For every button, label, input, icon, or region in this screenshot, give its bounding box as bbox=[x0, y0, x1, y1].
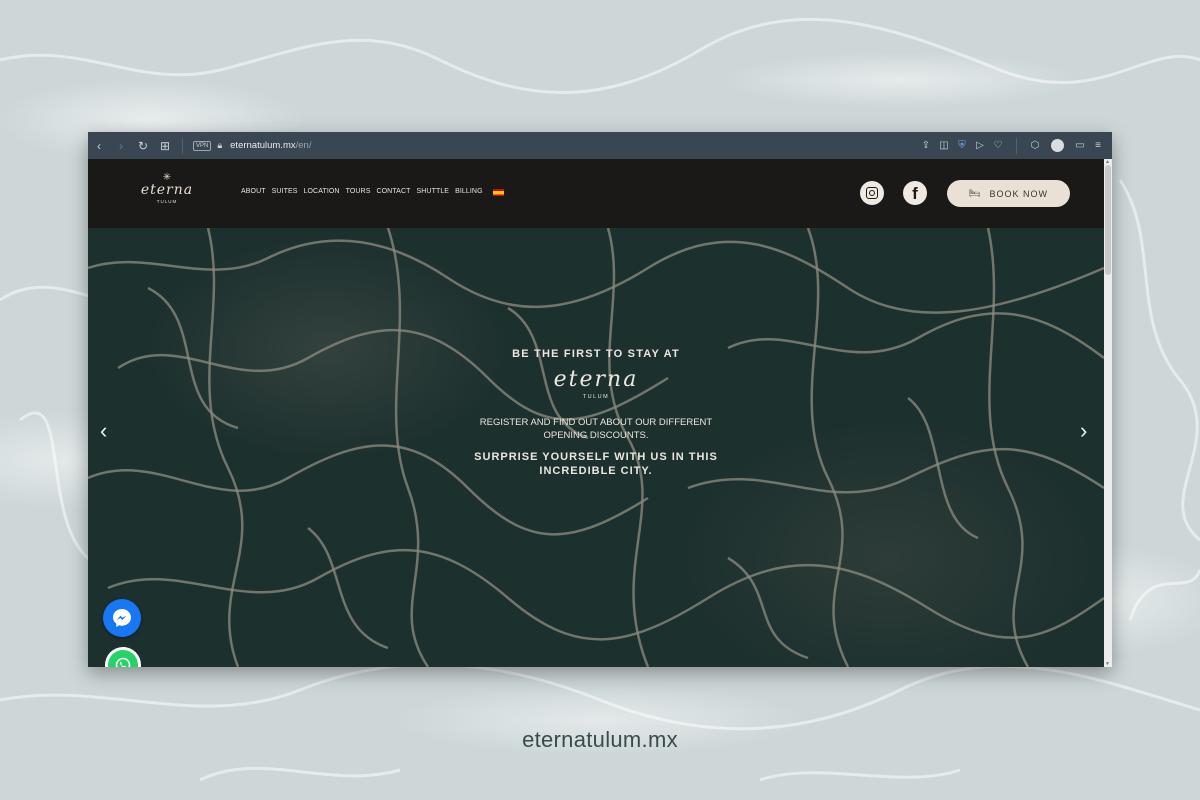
toolbar-actions: ⇪ ◫ ⛨ ▷ ♡ ⬡ ▭ ≡ bbox=[920, 137, 1112, 154]
battery-icon[interactable]: ▭ bbox=[1074, 140, 1086, 151]
logo-name: eterna bbox=[140, 182, 194, 198]
bed-icon: 🛏︎ bbox=[969, 188, 982, 198]
grid-icon[interactable]: ⊞ bbox=[154, 139, 176, 153]
nav-billing[interactable]: BILLING bbox=[455, 188, 483, 196]
page-scrollbar[interactable]: ▲ ▼ bbox=[1104, 159, 1112, 667]
address-bar[interactable]: eternatulum.mx/en/ bbox=[230, 140, 311, 151]
book-now-button[interactable]: 🛏︎ BOOK NOW bbox=[947, 180, 1070, 207]
site-header: ✳︎ eterna TULUM ABOUT SUITES LOCATION TO… bbox=[88, 159, 1104, 228]
cube-icon[interactable]: ⬡ bbox=[1029, 140, 1041, 151]
send-icon[interactable]: ▷ bbox=[974, 140, 986, 151]
whatsapp-glyph bbox=[115, 657, 131, 667]
main-nav: ABOUT SUITES LOCATION TOURS CONTACT SHUT… bbox=[241, 188, 504, 196]
menu-icon[interactable]: ≡ bbox=[1092, 140, 1104, 151]
messenger-glyph bbox=[113, 609, 131, 627]
hero-tagline: SURPRISE YOURSELF WITH US IN THIS INCRED… bbox=[474, 451, 718, 477]
lock-icon: 🔒︎ bbox=[217, 140, 223, 150]
shield-icon[interactable]: ⛨ bbox=[956, 140, 968, 151]
hero-logo-sub: TULUM bbox=[582, 394, 610, 400]
vpn-badge[interactable]: VPN bbox=[193, 140, 212, 151]
nav-contact[interactable]: CONTACT bbox=[376, 188, 410, 196]
book-now-label: BOOK NOW bbox=[989, 188, 1048, 199]
instagram-icon[interactable] bbox=[860, 181, 884, 205]
instagram-lens bbox=[869, 190, 875, 196]
browser-toolbar: ‹ › ↻ ⊞ VPN 🔒︎ eternatulum.mx/en/ ⇪ ◫ ⛨ … bbox=[88, 132, 1112, 159]
scrollbar-thumb[interactable] bbox=[1105, 165, 1111, 275]
heart-icon[interactable]: ♡ bbox=[992, 140, 1004, 151]
forward-icon[interactable]: › bbox=[110, 139, 132, 153]
hero-kicker: BE THE FIRST TO STAY AT bbox=[512, 348, 680, 360]
avatar[interactable] bbox=[1051, 139, 1064, 152]
hero-content: BE THE FIRST TO STAY AT eterna TULUM REG… bbox=[88, 348, 1104, 478]
whatsapp-badge bbox=[108, 650, 138, 667]
facebook-icon[interactable]: f bbox=[903, 181, 927, 205]
messenger-icon[interactable] bbox=[103, 599, 141, 637]
reload-icon[interactable]: ↻ bbox=[132, 139, 154, 153]
url-path: /en/ bbox=[295, 140, 312, 151]
url-host: eternatulum.mx bbox=[230, 140, 296, 151]
hero-logo: eterna bbox=[553, 367, 639, 392]
nav-about[interactable]: ABOUT bbox=[241, 188, 266, 196]
spanish-flag-icon[interactable] bbox=[492, 189, 504, 196]
site-logo[interactable]: ✳︎ eterna TULUM bbox=[136, 173, 198, 215]
hero-body: REGISTER AND FIND OUT ABOUT OUR DIFFEREN… bbox=[479, 417, 713, 441]
nav-suites[interactable]: SUITES bbox=[272, 188, 298, 196]
chevron-left-icon[interactable]: ‹ bbox=[100, 420, 107, 442]
back-icon[interactable]: ‹ bbox=[88, 139, 110, 153]
nav-location[interactable]: LOCATION bbox=[304, 188, 340, 196]
nav-shuttle[interactable]: SHUTTLE bbox=[416, 188, 449, 196]
toolbar-divider-2 bbox=[1016, 137, 1017, 154]
scroll-down-icon[interactable]: ▼ bbox=[1105, 661, 1110, 667]
toolbar-divider bbox=[182, 137, 183, 154]
hero-slider: BE THE FIRST TO STAY AT eterna TULUM REG… bbox=[88, 228, 1104, 667]
logo-sub: TULUM bbox=[156, 199, 178, 204]
camera-icon[interactable]: ◫ bbox=[938, 140, 950, 151]
share-icon[interactable]: ⇪ bbox=[920, 140, 932, 151]
web-page: ✳︎ eterna TULUM ABOUT SUITES LOCATION TO… bbox=[88, 159, 1104, 667]
nav-tours[interactable]: TOURS bbox=[346, 188, 371, 196]
caption-url: eternatulum.mx bbox=[522, 727, 678, 752]
chevron-right-icon[interactable]: › bbox=[1080, 420, 1087, 442]
facebook-glyph: f bbox=[912, 184, 918, 203]
browser-window: ‹ › ↻ ⊞ VPN 🔒︎ eternatulum.mx/en/ ⇪ ◫ ⛨ … bbox=[88, 132, 1112, 667]
